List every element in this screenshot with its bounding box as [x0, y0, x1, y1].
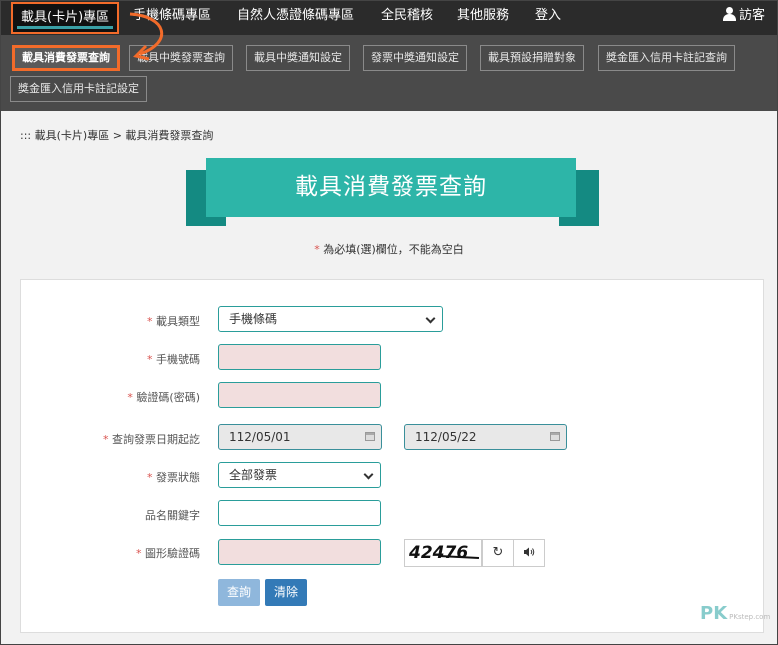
phone-barcode-label: * 手機號碼 [147, 353, 200, 366]
start-date-value: 112/05/01 [229, 430, 291, 444]
nav-citizen-certificate[interactable]: 自然人憑證條碼專區 [237, 1, 354, 35]
speaker-icon [524, 547, 535, 557]
nav-other-services[interactable]: 其他服務 [457, 1, 509, 35]
invoice-status-label: * 發票狀態 [147, 471, 200, 484]
subnav-credit-card-query[interactable]: 獎金匯入信用卡註記查詢 [598, 45, 735, 71]
sub-nav: 載具消費發票查詢 載具中獎發票查詢 載具中獎通知設定 發票中獎通知設定 載具預設… [1, 35, 777, 111]
clear-button[interactable]: 清除 [265, 579, 308, 606]
date-range-label: * 查詢發票日期起訖 [103, 433, 200, 446]
subnav-credit-card-setting[interactable]: 獎金匯入信用卡註記設定 [10, 76, 147, 102]
subnav-carrier-winning-notice[interactable]: 載具中獎通知設定 [246, 45, 350, 71]
captcha-label: * 圖形驗證碼 [136, 547, 200, 560]
user-icon [722, 7, 736, 21]
end-date-value: 112/05/22 [415, 430, 477, 444]
keyword-input[interactable] [218, 500, 381, 526]
page-title: 載具消費發票查詢 [206, 158, 576, 217]
required-note-text: 為必填(選)欄位，不能為空白 [323, 243, 464, 256]
audio-captcha-button[interactable] [513, 539, 545, 567]
required-star: * [314, 243, 320, 256]
nav-mobile-barcode[interactable]: 手機條碼專區 [133, 1, 211, 35]
end-date-input[interactable]: 112/05/22 [404, 424, 567, 450]
calendar-icon[interactable] [550, 432, 560, 441]
invoice-status-select[interactable]: 全部發票 [218, 462, 381, 488]
required-note: * 為必填(選)欄位，不能為空白 [0, 241, 778, 257]
guest-account[interactable]: 訪客 [722, 1, 765, 35]
nav-public-audit[interactable]: 全民稽核 [381, 1, 433, 35]
carrier-type-label: * 載具類型 [147, 315, 200, 328]
verify-code-label: * 驗證碼(密碼) [127, 391, 200, 404]
nav-login[interactable]: 登入 [535, 1, 561, 35]
watermark-logo: PK PKstep.com [700, 603, 771, 624]
nav-carrier-zone[interactable]: 載具(卡片)專區 [11, 2, 120, 34]
subnav-default-donation[interactable]: 載具預設捐贈對象 [480, 45, 584, 71]
query-button[interactable]: 查詢 [218, 579, 261, 606]
keyword-label: 品名關鍵字 [145, 509, 200, 522]
captcha-image: 42476 [404, 539, 482, 567]
guest-label: 訪客 [738, 8, 765, 23]
carrier-type-select[interactable]: 手機條碼 [218, 306, 443, 332]
subnav-carrier-winning-query[interactable]: 載具中獎發票查詢 [129, 45, 233, 71]
subnav-invoice-winning-notice[interactable]: 發票中獎通知設定 [363, 45, 467, 71]
query-form-panel [20, 279, 764, 633]
subnav-carrier-invoice-query[interactable]: 載具消費發票查詢 [12, 45, 120, 71]
calendar-icon[interactable] [365, 432, 375, 441]
breadcrumb: ::: 載具(卡片)專區 > 載具消費發票查詢 [20, 129, 214, 142]
verify-code-input[interactable] [218, 382, 381, 408]
top-nav: 載具(卡片)專區 手機條碼專區 自然人憑證條碼專區 全民稽核 其他服務 登入 訪… [1, 1, 777, 35]
refresh-icon: ↻ [492, 545, 504, 560]
start-date-input[interactable]: 112/05/01 [218, 424, 382, 450]
refresh-captcha-button[interactable]: ↻ [482, 539, 514, 567]
phone-barcode-input[interactable] [218, 344, 381, 370]
captcha-input[interactable] [218, 539, 381, 565]
